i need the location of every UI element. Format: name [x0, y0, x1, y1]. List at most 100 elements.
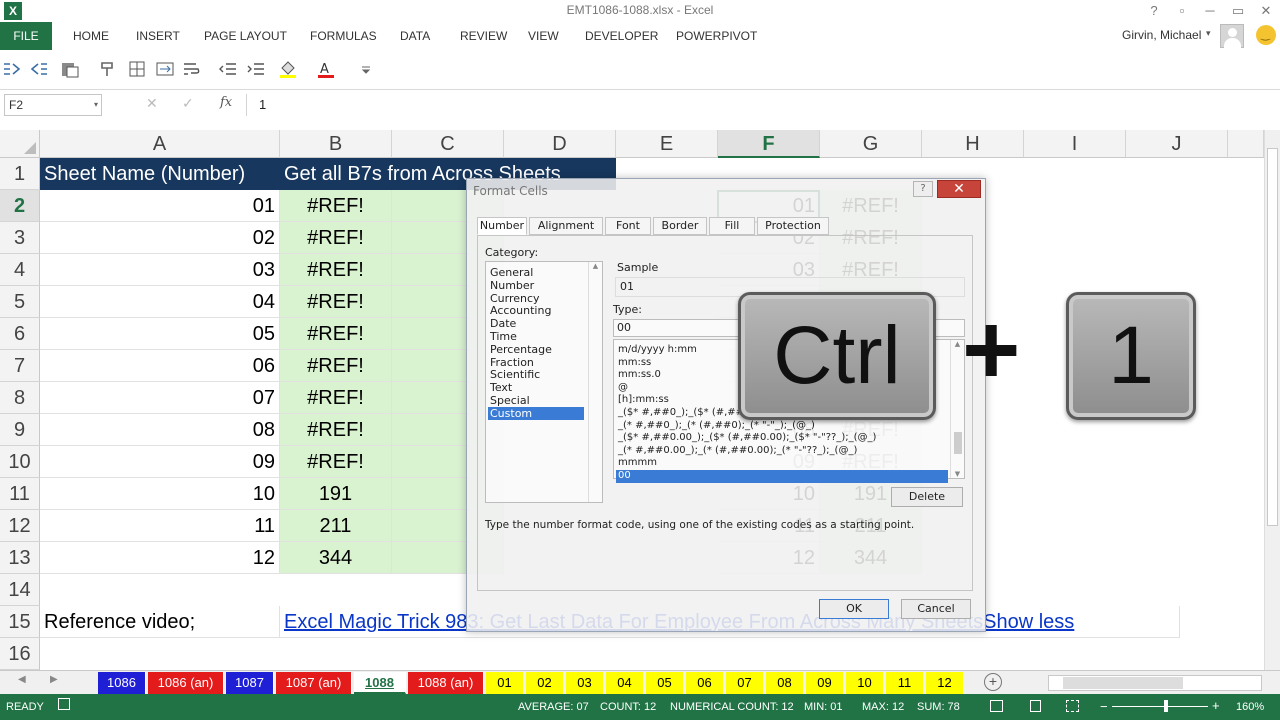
vertical-scrollbar[interactable]	[1264, 130, 1280, 670]
help-button[interactable]: ?	[1140, 1, 1168, 21]
page-layout-view-icon[interactable]	[1030, 700, 1041, 712]
category-item[interactable]: Date	[488, 317, 584, 330]
status-numerical-count[interactable]: NUMERICAL COUNT: 12	[670, 701, 794, 713]
sheet-tab-1086[interactable]: 1086	[98, 672, 146, 694]
feedback-smiley-icon[interactable]	[1256, 25, 1276, 45]
tab-protection[interactable]: Protection	[757, 217, 829, 235]
category-item[interactable]: Scientific	[488, 368, 584, 381]
select-all-button[interactable]	[0, 130, 40, 158]
sheet-tab-1087-an-[interactable]: 1087 (an)	[276, 672, 352, 694]
row-header-16[interactable]: 16	[0, 638, 40, 670]
tab-formulas[interactable]: FORMULAS	[310, 22, 377, 50]
ok-button[interactable]: OK	[819, 599, 889, 619]
cell-a6[interactable]: 05	[40, 318, 280, 350]
status-count[interactable]: COUNT: 12	[600, 701, 656, 713]
column-header-b[interactable]: B	[280, 130, 392, 158]
category-item[interactable]: Custom	[488, 406, 584, 420]
column-header-a[interactable]: A	[40, 130, 280, 158]
sheet-tab-1088[interactable]: 1088	[354, 672, 406, 694]
tab-border[interactable]: Border	[653, 217, 707, 235]
category-item[interactable]: Time	[488, 330, 584, 343]
user-name[interactable]: Girvin, Michael	[1122, 28, 1201, 42]
row-header-15[interactable]: 15	[0, 606, 40, 638]
format-code-item[interactable]: _(* #,##0_);_(* (#,##0);_(* "-"_);_(@_)	[616, 420, 948, 433]
cell-b4[interactable]: #REF!	[280, 254, 392, 286]
tab-fill[interactable]: Fill	[709, 217, 755, 235]
category-item[interactable]: Accounting	[488, 304, 584, 317]
cell-a2[interactable]: 01	[40, 190, 280, 222]
row-header-6[interactable]: 6	[0, 318, 40, 350]
cell-b10[interactable]: #REF!	[280, 446, 392, 478]
zoom-slider[interactable]	[1112, 706, 1208, 707]
cell-a8[interactable]: 07	[40, 382, 280, 414]
cell-b11[interactable]: 191	[280, 478, 392, 510]
column-header-g[interactable]: G	[820, 130, 922, 158]
macro-record-icon[interactable]	[58, 698, 70, 710]
format-code-item[interactable]: mmmm	[616, 457, 948, 470]
tab-developer[interactable]: DEVELOPER	[585, 22, 658, 50]
user-menu-caret-icon[interactable]: ▾	[1206, 28, 1211, 39]
sheet-tab-12[interactable]: 12	[926, 672, 964, 694]
borders-icon[interactable]	[127, 60, 147, 78]
font-color-icon[interactable]: A	[316, 60, 336, 78]
tab-file[interactable]: FILE	[0, 22, 52, 50]
row-header-5[interactable]: 5	[0, 286, 40, 318]
status-sum[interactable]: SUM: 78	[917, 701, 960, 713]
column-header-h[interactable]: H	[922, 130, 1024, 158]
sheet-tab-07[interactable]: 07	[726, 672, 764, 694]
cell-a11[interactable]: 10	[40, 478, 280, 510]
status-max[interactable]: MAX: 12	[862, 701, 904, 713]
dialog-close-button[interactable]: ✕	[937, 180, 981, 198]
avatar[interactable]	[1220, 24, 1244, 48]
sheet-tab-1087[interactable]: 1087	[226, 672, 274, 694]
zoom-level[interactable]: 160%	[1236, 701, 1264, 713]
prev-sheet-icon[interactable]: ◀	[18, 674, 26, 685]
normal-view-icon[interactable]	[990, 700, 1003, 712]
category-item[interactable]: Number	[488, 279, 584, 292]
row-header-9[interactable]: 9	[0, 414, 40, 446]
format-painter-icon[interactable]	[98, 60, 118, 78]
sheet-tab-11[interactable]: 11	[886, 672, 924, 694]
column-header-e[interactable]: E	[616, 130, 718, 158]
cell-b7[interactable]: #REF!	[280, 350, 392, 382]
next-sheet-icon[interactable]: ▶	[50, 674, 58, 685]
row-header-2[interactable]: 2	[0, 190, 40, 222]
sheet-tab-1088-an-[interactable]: 1088 (an)	[408, 672, 484, 694]
cell-a5[interactable]: 04	[40, 286, 280, 318]
row-header-13[interactable]: 13	[0, 542, 40, 574]
sheet-tab-06[interactable]: 06	[686, 672, 724, 694]
cell-b9[interactable]: #REF!	[280, 414, 392, 446]
cell-a9[interactable]: 08	[40, 414, 280, 446]
cell-b12[interactable]: 211	[280, 510, 392, 542]
merge-icon[interactable]	[155, 60, 175, 78]
status-min[interactable]: MIN: 01	[804, 701, 843, 713]
delete-button[interactable]: Delete	[891, 487, 963, 507]
tab-view[interactable]: VIEW	[528, 22, 559, 50]
row-header-8[interactable]: 8	[0, 382, 40, 414]
row-header-14[interactable]: 14	[0, 574, 40, 606]
column-header-f[interactable]: F	[718, 130, 820, 158]
vertical-scroll-thumb[interactable]	[1267, 148, 1278, 526]
zoom-in-button[interactable]: +	[1212, 698, 1220, 713]
ribbon-display-button[interactable]: ▫	[1168, 1, 1196, 21]
cell-a4[interactable]: 03	[40, 254, 280, 286]
cell-a10[interactable]: 09	[40, 446, 280, 478]
increase-indent-icon[interactable]	[246, 60, 266, 78]
zoom-out-button[interactable]: −	[1100, 699, 1108, 714]
row-header-10[interactable]: 10	[0, 446, 40, 478]
category-list-scrollbar[interactable]: ▲	[588, 262, 602, 502]
formula-input[interactable]: 1	[246, 94, 1276, 116]
tab-data[interactable]: DATA	[400, 22, 430, 50]
row-header-7[interactable]: 7	[0, 350, 40, 382]
row-header-12[interactable]: 12	[0, 510, 40, 542]
tab-font[interactable]: Font	[605, 217, 651, 235]
cell-b8[interactable]: #REF!	[280, 382, 392, 414]
status-average[interactable]: AVERAGE: 07	[518, 701, 589, 713]
tab-insert[interactable]: INSERT	[136, 22, 180, 50]
decrease-indent-icon[interactable]	[218, 60, 238, 78]
category-item[interactable]: Text	[488, 381, 584, 394]
tab-powerpivot[interactable]: POWERPIVOT	[676, 22, 757, 50]
zoom-slider-thumb[interactable]	[1164, 700, 1168, 712]
customize-toolbar-icon[interactable]	[356, 60, 376, 78]
enter-icon[interactable]: ✓	[182, 95, 194, 112]
